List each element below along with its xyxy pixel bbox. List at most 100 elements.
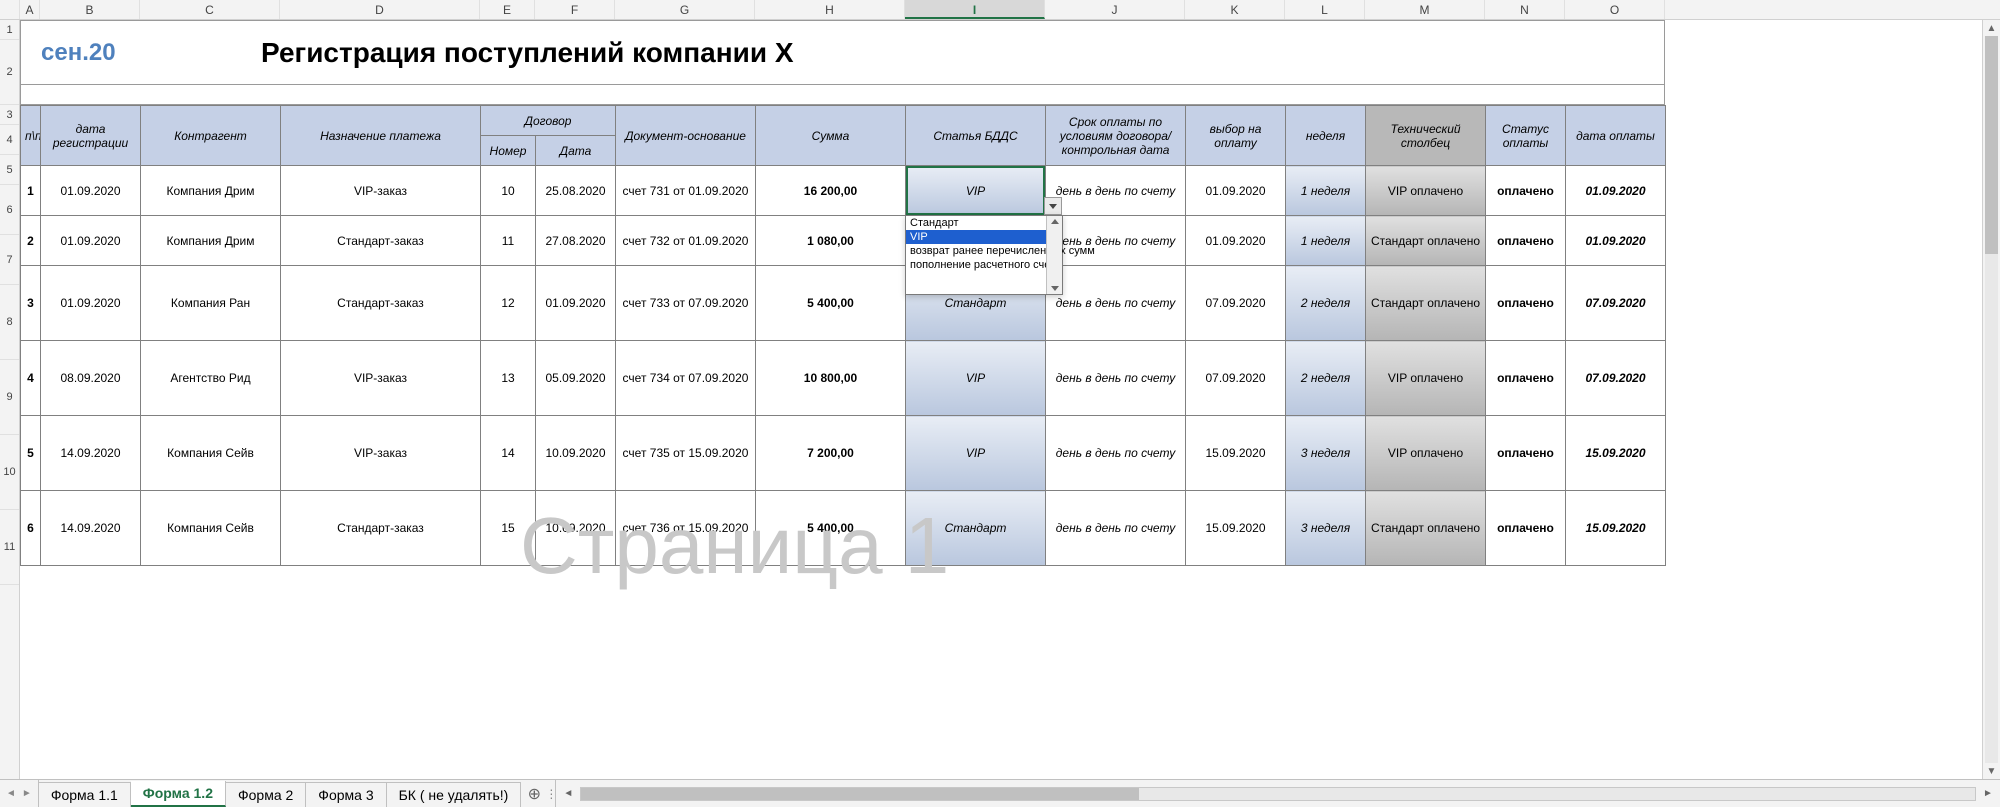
cell-term[interactable]: день в день по счету xyxy=(1046,266,1186,341)
column-header-O[interactable]: O xyxy=(1565,0,1665,19)
cell-reg-date[interactable]: 01.09.2020 xyxy=(41,266,141,341)
cell-pay-date[interactable]: 01.09.2020 xyxy=(1566,166,1666,216)
cell-purpose[interactable]: Стандарт-заказ xyxy=(281,266,481,341)
cell-bdds[interactable]: VIP xyxy=(906,341,1046,416)
cell-status[interactable]: оплачено xyxy=(1486,166,1566,216)
cell-sum[interactable]: 1 080,00 xyxy=(756,216,906,266)
cell-sum[interactable]: 5 400,00 xyxy=(756,266,906,341)
column-header-G[interactable]: G xyxy=(615,0,755,19)
scroll-down-icon[interactable]: ▼ xyxy=(1983,763,2000,779)
row-header-4[interactable]: 4 xyxy=(0,125,19,155)
cell-counterparty[interactable]: Агентство Рид xyxy=(141,341,281,416)
cell-choice[interactable]: 07.09.2020 xyxy=(1186,341,1286,416)
column-header-M[interactable]: M xyxy=(1365,0,1485,19)
header-contract[interactable]: Договор xyxy=(481,106,616,136)
sheet-tab[interactable]: Форма 2 xyxy=(226,782,306,807)
cell-term[interactable]: день в день по счету xyxy=(1046,491,1186,566)
hscroll-track[interactable] xyxy=(580,787,1976,801)
dropdown-button[interactable] xyxy=(1044,197,1062,215)
scroll-right-icon[interactable]: ► xyxy=(1980,786,1996,802)
row-header-8[interactable]: 8 xyxy=(0,285,19,360)
column-header-I[interactable]: I xyxy=(905,0,1045,19)
column-header-N[interactable]: N xyxy=(1485,0,1565,19)
cell-counterparty[interactable]: Компания Дрим xyxy=(141,166,281,216)
cell-tech[interactable]: Стандарт оплачено xyxy=(1366,266,1486,341)
cell-week[interactable]: 3 неделя xyxy=(1286,491,1366,566)
cell-status[interactable]: оплачено xyxy=(1486,341,1566,416)
header-contract-num[interactable]: Номер xyxy=(481,136,536,166)
cell-tech[interactable]: VIP оплачено xyxy=(1366,166,1486,216)
cell-contract-date[interactable]: 10.09.2020 xyxy=(536,416,616,491)
header-bdds[interactable]: Статья БДДС xyxy=(906,106,1046,166)
header-pay-date[interactable]: дата оплаты xyxy=(1566,106,1666,166)
cell-pay-date[interactable]: 01.09.2020 xyxy=(1566,216,1666,266)
header-pp[interactable]: п\п xyxy=(21,106,41,166)
header-tech[interactable]: Технический столбец xyxy=(1366,106,1486,166)
cell-week[interactable]: 1 неделя xyxy=(1286,216,1366,266)
cell-status[interactable]: оплачено xyxy=(1486,491,1566,566)
cell-basis[interactable]: счет 736 от 15.09.2020 xyxy=(616,491,756,566)
cell-contract-date[interactable]: 25.08.2020 xyxy=(536,166,616,216)
cell-counterparty[interactable]: Компания Ран xyxy=(141,266,281,341)
header-status[interactable]: Статус оплаты xyxy=(1486,106,1566,166)
cell-basis[interactable]: счет 732 от 01.09.2020 xyxy=(616,216,756,266)
cell-contract-date[interactable]: 10.09.2020 xyxy=(536,491,616,566)
cell-contract-date[interactable]: 01.09.2020 xyxy=(536,266,616,341)
header-contract-date[interactable]: Дата xyxy=(536,136,616,166)
row-header-1[interactable]: 1 xyxy=(0,20,19,40)
sheet-tab[interactable]: Форма 3 xyxy=(306,782,386,807)
row-header-6[interactable]: 6 xyxy=(0,185,19,235)
nav-first-icon[interactable]: ◄ xyxy=(6,788,16,799)
cell-tech[interactable]: VIP оплачено xyxy=(1366,416,1486,491)
cell-choice[interactable]: 15.09.2020 xyxy=(1186,491,1286,566)
cell-counterparty[interactable]: Компания Сейв xyxy=(141,416,281,491)
cell-basis[interactable]: счет 735 от 15.09.2020 xyxy=(616,416,756,491)
cell-bdds[interactable]: VIP xyxy=(906,416,1046,491)
vscroll-track[interactable] xyxy=(1985,36,1998,763)
cell-n[interactable]: 6 xyxy=(21,491,41,566)
cell-contract-num[interactable]: 13 xyxy=(481,341,536,416)
cell-counterparty[interactable]: Компания Дрим xyxy=(141,216,281,266)
cell-sum[interactable]: 10 800,00 xyxy=(756,341,906,416)
cell-basis[interactable]: счет 731 от 01.09.2020 xyxy=(616,166,756,216)
horizontal-scrollbar[interactable]: ◄ ► xyxy=(555,780,2000,807)
cell-status[interactable]: оплачено xyxy=(1486,216,1566,266)
row-header-9[interactable]: 9 xyxy=(0,360,19,435)
cell-choice[interactable]: 07.09.2020 xyxy=(1186,266,1286,341)
cell-week[interactable]: 2 неделя xyxy=(1286,341,1366,416)
vertical-scrollbar[interactable]: ▲ ▼ xyxy=(1982,20,2000,779)
row-header-11[interactable]: 11 xyxy=(0,510,19,585)
cell-contract-date[interactable]: 05.09.2020 xyxy=(536,341,616,416)
dropdown-option[interactable]: VIP xyxy=(906,230,1062,244)
cell-counterparty[interactable]: Компания Сейв xyxy=(141,491,281,566)
cell-contract-num[interactable]: 14 xyxy=(481,416,536,491)
cell-choice[interactable]: 01.09.2020 xyxy=(1186,166,1286,216)
header-purpose[interactable]: Назначение платежа xyxy=(281,106,481,166)
cell-purpose[interactable]: VIP-заказ xyxy=(281,416,481,491)
cell-purpose[interactable]: Стандарт-заказ xyxy=(281,491,481,566)
header-reg-date[interactable]: дата регистрации xyxy=(41,106,141,166)
dropdown-option[interactable]: возврат ранее перечисленных сумм xyxy=(906,244,1062,258)
tab-splitter[interactable]: ⋮ xyxy=(547,780,555,807)
cell-reg-date[interactable]: 01.09.2020 xyxy=(41,166,141,216)
row-header-10[interactable]: 10 xyxy=(0,435,19,510)
cell-sum[interactable]: 7 200,00 xyxy=(756,416,906,491)
hscroll-thumb[interactable] xyxy=(581,788,1138,800)
cell-contract-num[interactable]: 15 xyxy=(481,491,536,566)
header-term[interactable]: Срок оплаты по условиям договора/ контро… xyxy=(1046,106,1186,166)
cell-week[interactable]: 3 неделя xyxy=(1286,416,1366,491)
cell-tech[interactable]: Стандарт оплачено xyxy=(1366,491,1486,566)
cell-reg-date[interactable]: 08.09.2020 xyxy=(41,341,141,416)
row-header-5[interactable]: 5 xyxy=(0,155,19,185)
cell-n[interactable]: 5 xyxy=(21,416,41,491)
dropdown-list[interactable]: СтандартVIPвозврат ранее перечисленных с… xyxy=(905,215,1063,295)
column-header-B[interactable]: B xyxy=(40,0,140,19)
cell-bdds[interactable]: Стандарт xyxy=(906,491,1046,566)
scroll-left-icon[interactable]: ◄ xyxy=(560,786,576,802)
row-header-7[interactable]: 7 xyxy=(0,235,19,285)
cell-pay-date[interactable]: 07.09.2020 xyxy=(1566,266,1666,341)
cell-contract-date[interactable]: 27.08.2020 xyxy=(536,216,616,266)
tab-nav-arrows[interactable]: ◄► xyxy=(0,780,38,807)
column-header-L[interactable]: L xyxy=(1285,0,1365,19)
vscroll-thumb[interactable] xyxy=(1985,36,1998,254)
